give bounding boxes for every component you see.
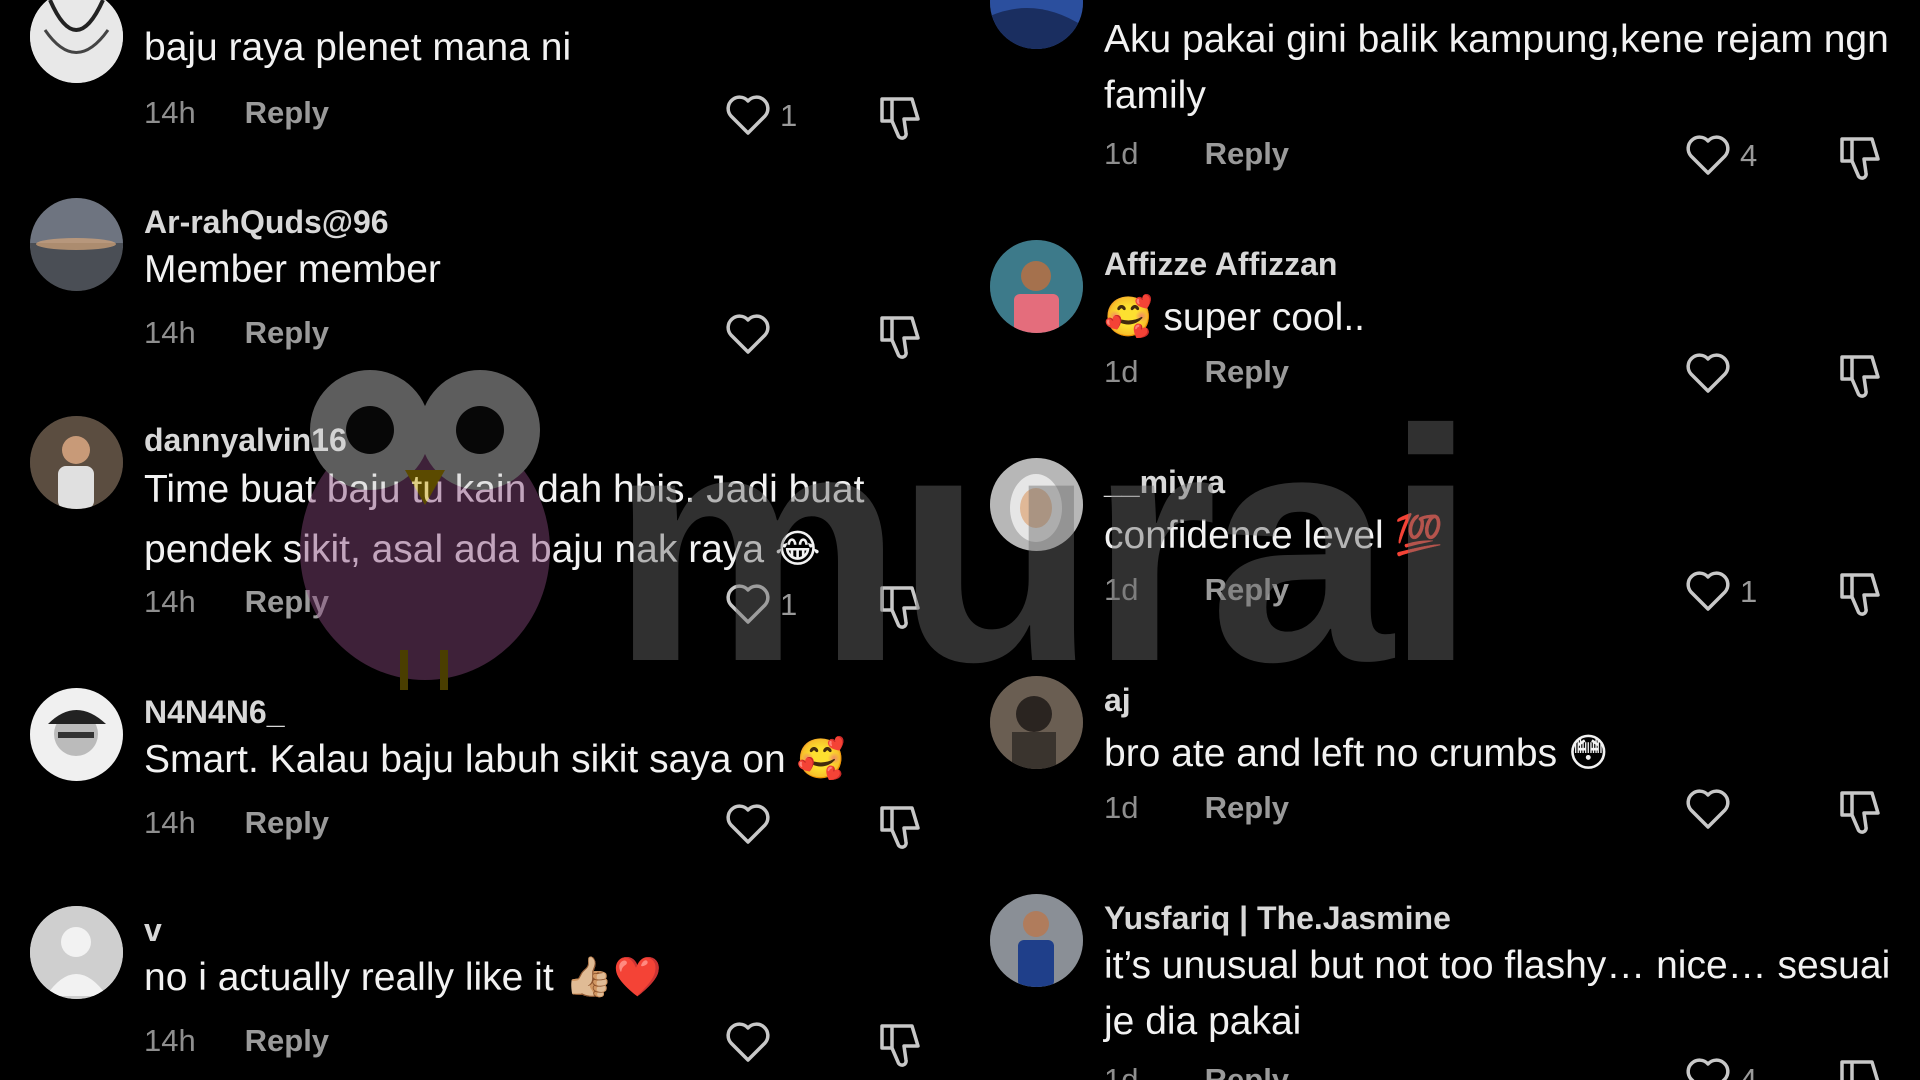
comment-time: 1d [1104, 1062, 1139, 1080]
heart-icon[interactable] [1684, 569, 1744, 619]
comment-meta: 14h Reply [144, 805, 329, 841]
avatar-landscape-icon[interactable] [30, 198, 123, 291]
reply-button[interactable]: Reply [245, 1023, 329, 1058]
heart-icon[interactable] [724, 93, 784, 143]
comment-text: Time buat baju tu kain dah hbis. Jadi bu… [144, 468, 865, 571]
like-count: 1 [780, 587, 798, 622]
comment-time: 1d [1104, 790, 1139, 825]
heart-icon[interactable] [724, 1020, 784, 1070]
comment-meta: 1d Reply [1104, 136, 1289, 172]
comment-meta: 14h Reply [144, 584, 329, 620]
dislike-icon[interactable] [1836, 787, 1884, 837]
comment-text: no i actually really like it 👍🏼❤️ [144, 956, 662, 999]
dislike-icon[interactable] [876, 802, 924, 852]
like-count: 1 [1740, 574, 1758, 609]
dislike-icon[interactable] [876, 582, 924, 632]
comment-username[interactable]: v [144, 912, 162, 949]
comment-time: 1d [1104, 136, 1139, 171]
reply-button[interactable]: Reply [1205, 790, 1289, 825]
like-count: 1 [780, 98, 798, 133]
reply-button[interactable]: Reply [245, 315, 329, 350]
reply-button[interactable]: Reply [1205, 572, 1289, 607]
avatar-sketch-icon[interactable] [30, 0, 123, 83]
comment-text: 🥰 super cool.. [1104, 296, 1366, 339]
comment-text: Smart. Kalau baju labuh sikit saya on 🥰 [144, 738, 846, 781]
comment-text: Aku pakai gini balik kampung,kene rejam … [1104, 18, 1889, 117]
comment-username[interactable]: aj [1104, 682, 1131, 719]
like-count: 4 [1740, 1062, 1758, 1080]
comment-meta: 14h Reply [144, 1023, 329, 1059]
heart-icon[interactable] [1684, 1056, 1744, 1080]
comment-time: 1d [1104, 354, 1139, 389]
heart-icon[interactable] [724, 802, 784, 852]
comment-time: 14h [144, 315, 196, 350]
comments-column-left: baju raya plenet mana ni 14h Reply 1 Ar-… [0, 0, 960, 1080]
dislike-icon[interactable] [1836, 1056, 1884, 1080]
dislike-icon[interactable] [876, 93, 924, 143]
comment-meta: 1d Reply [1104, 354, 1289, 390]
comment-time: 1d [1104, 572, 1139, 607]
dislike-icon[interactable] [876, 1020, 924, 1070]
avatar-blue-icon[interactable] [990, 0, 1083, 49]
heart-icon[interactable] [1684, 787, 1744, 837]
comment-text: Member member [144, 248, 441, 291]
avatar-person-icon[interactable] [30, 416, 123, 509]
reply-button[interactable]: Reply [245, 95, 329, 130]
heart-icon[interactable] [1684, 351, 1744, 401]
dislike-icon[interactable] [1836, 351, 1884, 401]
reply-button[interactable]: Reply [245, 584, 329, 619]
comment-meta: 1d Reply [1104, 790, 1289, 826]
comment-meta: 14h Reply [144, 95, 329, 131]
dislike-icon[interactable] [876, 312, 924, 362]
comment-username[interactable]: Yusfariq | The.Jasmine [1104, 900, 1451, 937]
comment-text: it’s unusual but not too flashy… nice… s… [1104, 944, 1891, 1043]
reply-button[interactable]: Reply [1205, 136, 1289, 171]
comment-time: 14h [144, 584, 196, 619]
comment-time: 14h [144, 95, 196, 130]
heart-icon[interactable] [724, 582, 784, 632]
comment-meta: 14h Reply [144, 315, 329, 351]
comment-username[interactable]: N4N4N6_ [144, 694, 285, 731]
avatar-blue-shirt-icon[interactable] [990, 894, 1083, 987]
comment-username[interactable]: Ar-rahQuds@96 [144, 204, 389, 241]
heart-icon[interactable] [724, 312, 784, 362]
comment-time: 14h [144, 1023, 196, 1058]
reply-button[interactable]: Reply [1205, 1062, 1289, 1080]
comment-username[interactable]: __miyra [1104, 464, 1225, 501]
comment-meta: 1d Reply [1104, 572, 1289, 608]
dislike-icon[interactable] [1836, 133, 1884, 183]
like-count: 4 [1740, 138, 1758, 173]
comment-username[interactable]: Affizze Affizzan [1104, 246, 1337, 283]
avatar-dark-icon[interactable] [990, 676, 1083, 769]
reply-button[interactable]: Reply [1205, 354, 1289, 389]
comment-time: 14h [144, 805, 196, 840]
avatar-hijab-icon[interactable] [990, 458, 1083, 551]
avatar-default-icon[interactable] [30, 906, 123, 999]
comment-username[interactable]: dannyalvin16 [144, 422, 347, 459]
avatar-cap-icon[interactable] [30, 688, 123, 781]
comment-meta: 1d Reply [1104, 1062, 1289, 1080]
avatar-person-icon[interactable] [990, 240, 1083, 333]
comment-text: confidence level 💯 [1104, 514, 1444, 557]
comment-text: baju raya plenet mana ni [144, 26, 572, 69]
reply-button[interactable]: Reply [245, 805, 329, 840]
dislike-icon[interactable] [1836, 569, 1884, 619]
comments-column-right: Aku pakai gini balik kampung,kene rejam … [960, 0, 1920, 1080]
heart-icon[interactable] [1684, 133, 1744, 183]
comment-text: bro ate and left no crumbs 😳 [1104, 732, 1609, 775]
